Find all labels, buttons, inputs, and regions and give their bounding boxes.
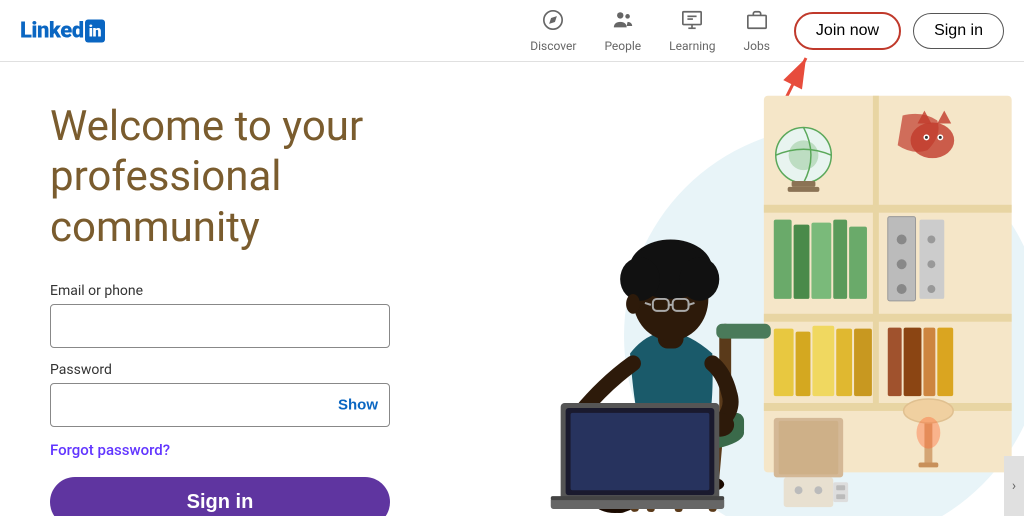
email-label: Email or phone [50, 283, 430, 299]
logo-in-box: in [85, 19, 105, 42]
main-content: Welcome to your professional community E… [0, 62, 1024, 516]
chevron-right-button[interactable]: › [1004, 456, 1024, 516]
logo-text-linked: Linked [20, 18, 84, 43]
people-label: People [604, 39, 641, 53]
left-panel: Welcome to your professional community E… [0, 62, 480, 516]
headline: Welcome to your professional community [50, 102, 430, 253]
password-label: Password [50, 362, 430, 378]
learning-label: Learning [669, 39, 715, 53]
briefcase-icon [746, 9, 768, 36]
join-now-button[interactable]: Join now [794, 12, 901, 50]
discover-label: Discover [530, 39, 576, 53]
email-input[interactable] [50, 304, 390, 348]
people-icon [612, 9, 634, 36]
show-password-button[interactable]: Show [338, 397, 378, 414]
nav-item-people[interactable]: People [592, 0, 653, 62]
password-form-group: Password Show [50, 362, 430, 427]
logo[interactable]: Linked in [20, 18, 105, 43]
email-form-group: Email or phone [50, 283, 430, 348]
main-nav: Discover People [518, 0, 1004, 62]
forgot-password-link[interactable]: Forgot password? [50, 441, 430, 459]
password-wrapper: Show [50, 383, 390, 427]
compass-icon [542, 9, 564, 36]
illustration-scene [480, 66, 1024, 516]
headline-line2: professional community [50, 152, 282, 251]
nav-item-learning[interactable]: Learning [657, 0, 727, 62]
headline-line1: Welcome to your [50, 102, 363, 151]
learning-icon [681, 9, 703, 36]
header: Linked in Discover [0, 0, 1024, 62]
right-panel: › [480, 62, 1024, 516]
sign-in-button[interactable]: Sign in [913, 13, 1004, 49]
jobs-label: Jobs [744, 39, 770, 53]
linkedin-logo-link[interactable]: Linked in [20, 18, 105, 43]
signin-main-button[interactable]: Sign in [50, 477, 390, 516]
nav-item-discover[interactable]: Discover [518, 0, 588, 62]
nav-item-jobs[interactable]: Jobs [732, 0, 782, 62]
